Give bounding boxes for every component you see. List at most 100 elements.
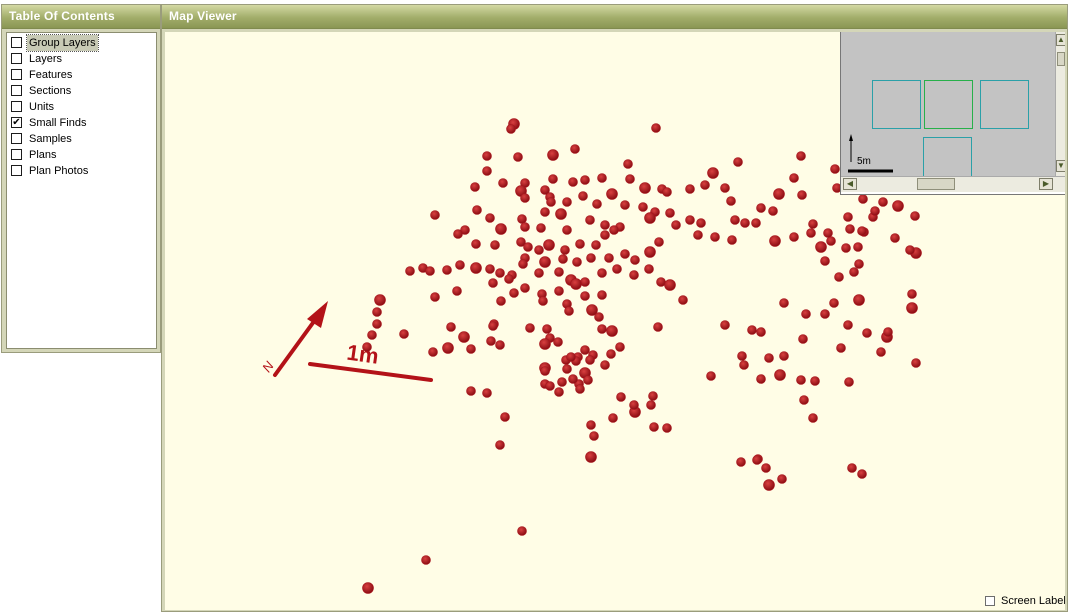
small-find-marker[interactable] (789, 173, 799, 183)
small-find-marker[interactable] (580, 175, 590, 185)
small-find-marker[interactable] (597, 268, 607, 278)
small-find-marker[interactable] (796, 151, 806, 161)
small-find-marker[interactable] (801, 309, 811, 319)
small-find-marker[interactable] (600, 360, 610, 370)
small-find-marker[interactable] (594, 312, 604, 322)
small-find-marker[interactable] (644, 212, 656, 224)
small-find-marker[interactable] (488, 278, 498, 288)
overview-map-area[interactable]: 5m (841, 32, 1055, 176)
small-find-marker[interactable] (485, 264, 495, 274)
small-find-marker[interactable] (843, 212, 853, 222)
small-find-marker[interactable] (495, 440, 505, 450)
small-find-marker[interactable] (764, 353, 774, 363)
small-find-marker[interactable] (452, 286, 462, 296)
small-find-marker[interactable] (710, 232, 720, 242)
small-find-marker[interactable] (905, 245, 915, 255)
small-find-marker[interactable] (543, 239, 555, 251)
small-find-marker[interactable] (638, 202, 648, 212)
small-find-marker[interactable] (471, 239, 481, 249)
small-find-marker[interactable] (591, 240, 601, 250)
small-find-marker[interactable] (585, 215, 595, 225)
small-find-marker[interactable] (585, 355, 595, 365)
small-find-marker[interactable] (600, 230, 610, 240)
small-find-marker[interactable] (539, 256, 551, 268)
small-find-marker[interactable] (482, 388, 492, 398)
small-find-marker[interactable] (585, 451, 597, 463)
small-find-marker[interactable] (597, 324, 607, 334)
small-find-marker[interactable] (620, 200, 630, 210)
small-find-marker[interactable] (616, 392, 626, 402)
small-find-marker[interactable] (606, 325, 618, 337)
small-find-marker[interactable] (606, 188, 618, 200)
small-find-marker[interactable] (517, 526, 527, 536)
small-find-marker[interactable] (685, 215, 695, 225)
small-find-marker[interactable] (799, 395, 809, 405)
small-find-marker[interactable] (600, 220, 610, 230)
small-find-marker[interactable] (844, 377, 854, 387)
small-find-marker[interactable] (646, 400, 656, 410)
small-find-marker[interactable] (720, 320, 730, 330)
small-find-marker[interactable] (751, 218, 761, 228)
small-find-marker[interactable] (554, 286, 564, 296)
small-find-marker[interactable] (372, 319, 382, 329)
small-find-marker[interactable] (700, 180, 710, 190)
small-find-marker[interactable] (575, 384, 585, 394)
small-find-marker[interactable] (892, 200, 904, 212)
small-find-marker[interactable] (733, 157, 743, 167)
small-find-marker[interactable] (525, 323, 535, 333)
small-find-marker[interactable] (517, 214, 527, 224)
small-find-marker[interactable] (826, 236, 836, 246)
small-find-marker[interactable] (513, 152, 523, 162)
small-find-marker[interactable] (911, 358, 921, 368)
small-find-marker[interactable] (662, 423, 672, 433)
toc-checkbox-samples[interactable] (11, 133, 22, 144)
small-find-marker[interactable] (815, 241, 827, 253)
scroll-down-icon[interactable]: ▼ (1056, 160, 1065, 172)
small-find-marker[interactable] (566, 352, 576, 362)
small-find-marker[interactable] (644, 264, 654, 274)
small-find-marker[interactable] (823, 228, 833, 238)
small-find-marker[interactable] (808, 413, 818, 423)
small-find-marker[interactable] (706, 371, 716, 381)
small-find-marker[interactable] (752, 455, 762, 465)
small-find-marker[interactable] (847, 463, 857, 473)
small-find-marker[interactable] (586, 420, 596, 430)
small-find-marker[interactable] (857, 226, 867, 236)
small-find-marker[interactable] (773, 188, 785, 200)
small-find-marker[interactable] (486, 336, 496, 346)
small-find-marker[interactable] (470, 262, 482, 274)
small-find-marker[interactable] (498, 178, 508, 188)
small-find-marker[interactable] (736, 457, 746, 467)
small-find-marker[interactable] (789, 232, 799, 242)
small-find-marker[interactable] (653, 322, 663, 332)
small-find-marker[interactable] (466, 386, 476, 396)
small-find-marker[interactable] (518, 259, 528, 269)
small-find-marker[interactable] (797, 190, 807, 200)
small-find-marker[interactable] (830, 164, 840, 174)
small-find-marker[interactable] (466, 344, 476, 354)
small-find-marker[interactable] (554, 387, 564, 397)
small-find-marker[interactable] (664, 279, 676, 291)
small-find-marker[interactable] (829, 298, 839, 308)
small-find-marker[interactable] (853, 242, 863, 252)
small-find-marker[interactable] (428, 347, 438, 357)
small-find-marker[interactable] (542, 324, 552, 334)
small-find-marker[interactable] (399, 329, 409, 339)
scroll-left-icon[interactable]: ◀ (843, 178, 857, 190)
small-find-marker[interactable] (739, 360, 749, 370)
small-find-marker[interactable] (597, 290, 607, 300)
small-find-marker[interactable] (578, 191, 588, 201)
toc-checkbox-small-finds[interactable]: ✔ (11, 117, 22, 128)
small-find-marker[interactable] (836, 343, 846, 353)
small-find-marker[interactable] (761, 463, 771, 473)
scroll-right-icon[interactable]: ▶ (1039, 178, 1053, 190)
small-find-marker[interactable] (580, 345, 590, 355)
small-find-marker[interactable] (849, 267, 859, 277)
small-find-marker[interactable] (589, 431, 599, 441)
small-find-marker[interactable] (580, 291, 590, 301)
small-find-marker[interactable] (648, 391, 658, 401)
toc-checkbox-group-layers[interactable] (11, 37, 22, 48)
small-find-marker[interactable] (562, 197, 572, 207)
small-find-marker[interactable] (756, 327, 766, 337)
small-find-marker[interactable] (580, 277, 590, 287)
